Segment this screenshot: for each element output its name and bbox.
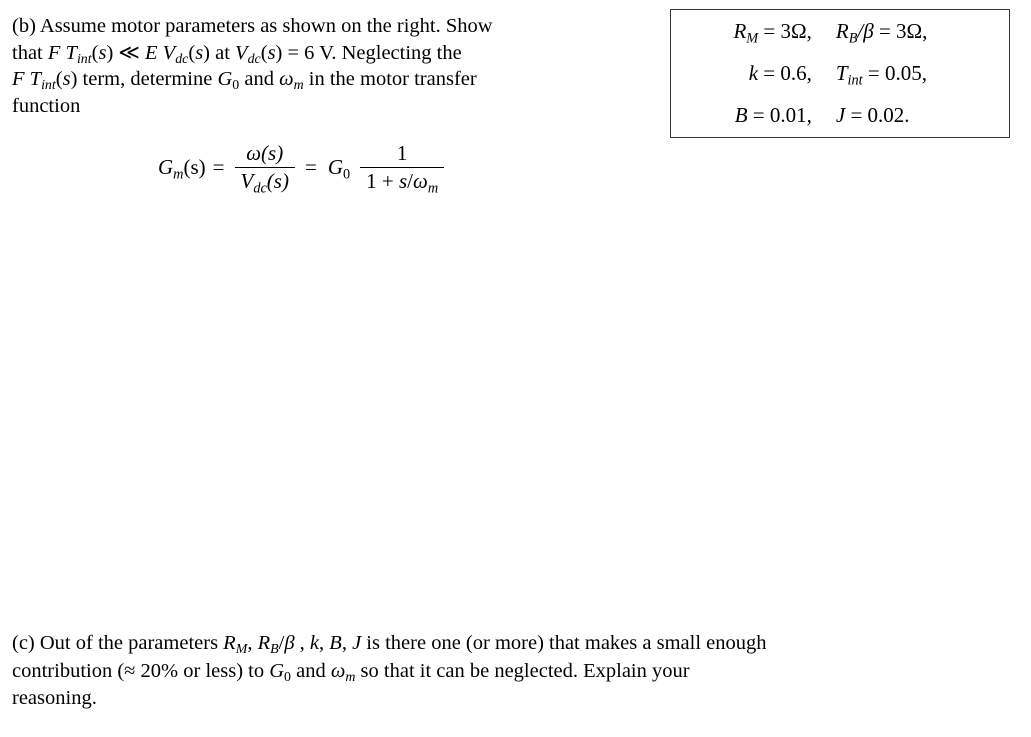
motor-parameters-box: RM = 3Ω, RB/β = 3Ω, k = 0.6, Tint = 0.05…	[670, 9, 1010, 138]
table-row: B = 0.01, J = 0.02.	[671, 95, 1009, 137]
equation-frac1-numerator: ω(s)	[246, 141, 284, 165]
param-relation: =	[747, 103, 770, 128]
equation-equals-2: =	[304, 155, 317, 180]
param-cell-b: B = 0.01,	[671, 95, 830, 137]
param-cell-rb-beta: RB/β = 3Ω,	[830, 10, 1009, 52]
equation-dc-gain: G0	[327, 155, 351, 183]
part-c-line-2: contribution (≈ 20% or less) to G0 and ω…	[12, 659, 690, 685]
param-value: 3Ω,	[896, 18, 928, 43]
param-cell-k: k = 0.6,	[671, 52, 830, 94]
part-b-line-2: that F Tint(s) ≪ E Vdc(s) at Vdc(s) = 6 …	[12, 41, 462, 67]
part-b-line-3: F Tint(s) term, determine G0 and ωm in t…	[12, 68, 477, 94]
param-symbol: k	[748, 60, 759, 85]
part-c-paragraph: (c) Out of the parameters RM, RB/β , k, …	[12, 630, 1017, 713]
equation-lhs: Gm(s)	[158, 155, 206, 183]
part-c-line-3: reasoning.	[12, 687, 97, 709]
equation-frac2-numerator: 1	[396, 141, 408, 165]
equation-frac2-denominator: 1 + s/ωm	[360, 166, 445, 195]
part-c-line-1: (c) Out of the parameters RM, RB/β , k, …	[12, 632, 767, 658]
param-symbol: T	[835, 60, 848, 85]
param-symbol: J	[835, 103, 846, 128]
param-subscript: int	[847, 72, 863, 89]
part-b-paragraph: (b) Assume motor parameters as shown on …	[12, 13, 650, 119]
param-value: 0.01,	[769, 103, 812, 128]
param-suffix: /β	[857, 18, 874, 43]
motor-parameters-tbody: RM = 3Ω, RB/β = 3Ω, k = 0.6, Tint = 0.05…	[671, 10, 1009, 137]
param-value: 0.02.	[867, 103, 910, 128]
param-value: 3Ω,	[780, 18, 812, 43]
equation-frac1-denominator: Vdc(s)	[234, 166, 295, 195]
equation-equals-1: =	[212, 155, 225, 180]
param-value: 0.6,	[780, 60, 812, 85]
equation-fraction-one-over-pole: 1 1 + s/ωm	[360, 141, 445, 195]
param-cell-rm: RM = 3Ω,	[671, 10, 830, 52]
param-symbol: B	[734, 103, 748, 128]
motor-transfer-function-equation: Gm(s) = ω(s) Vdc(s) = G0 1 1 + s/ωm	[158, 141, 447, 195]
param-value: 0.05,	[884, 60, 927, 85]
param-relation: =	[845, 103, 868, 128]
document-page: (b) Assume motor parameters as shown on …	[0, 0, 1031, 737]
table-row: k = 0.6, Tint = 0.05,	[671, 52, 1009, 94]
param-cell-j: J = 0.02.	[830, 95, 1009, 137]
equation-fraction-omega-over-vdc: ω(s) Vdc(s)	[234, 141, 295, 195]
param-subscript: M	[746, 29, 759, 46]
param-relation: =	[873, 18, 897, 43]
param-cell-tint: Tint = 0.05,	[830, 52, 1009, 94]
param-relation: =	[862, 60, 885, 85]
part-b-line-4: function	[12, 94, 81, 117]
param-symbol: R	[835, 18, 849, 43]
motor-parameters-table: RM = 3Ω, RB/β = 3Ω, k = 0.6, Tint = 0.05…	[671, 10, 1009, 137]
param-symbol: R	[733, 18, 747, 43]
part-b-line-1: (b) Assume motor parameters as shown on …	[12, 15, 493, 37]
param-relation: =	[758, 60, 781, 85]
param-relation: =	[758, 18, 781, 43]
table-row: RM = 3Ω, RB/β = 3Ω,	[671, 10, 1009, 52]
